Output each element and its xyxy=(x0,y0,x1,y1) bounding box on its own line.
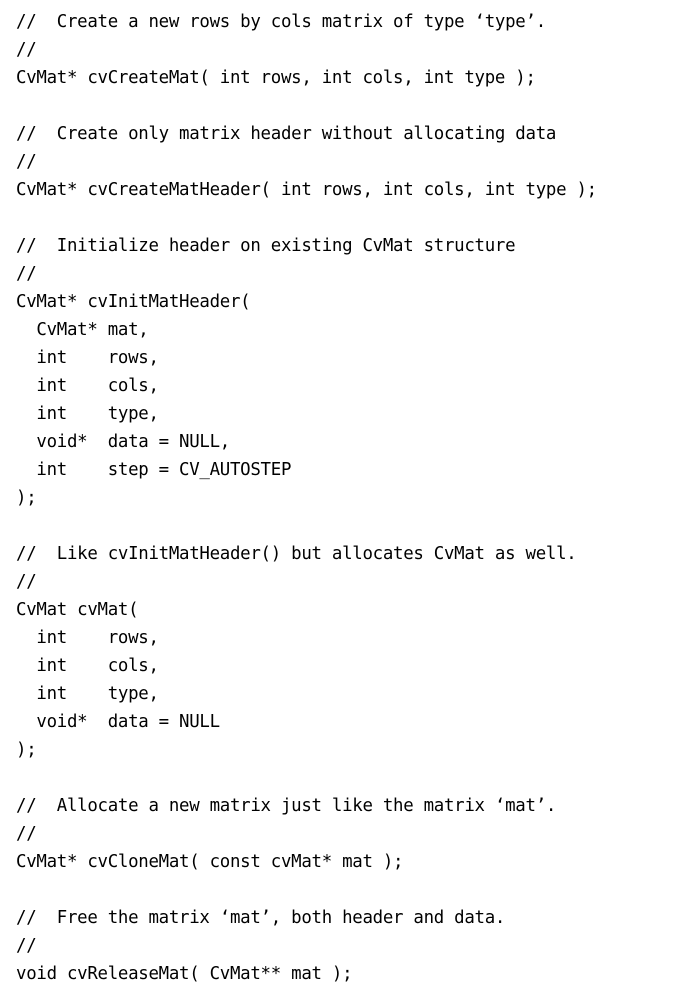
code-line: int step = CV_AUTOSTEP xyxy=(16,460,292,480)
code-line: // xyxy=(16,152,37,172)
code-line: // Like cvInitMatHeader() but allocates … xyxy=(16,544,577,564)
code-line: ); xyxy=(16,740,37,760)
code-line: CvMat* cvCreateMat( int rows, int cols, … xyxy=(16,68,536,88)
code-line: CvMat* mat, xyxy=(16,320,149,340)
code-line: ); xyxy=(16,488,37,508)
code-line: int cols, xyxy=(16,656,159,676)
code-line: void cvReleaseMat( CvMat** mat ); xyxy=(16,964,353,984)
code-line: int type, xyxy=(16,404,159,424)
code-listing: // Create a new rows by cols matrix of t… xyxy=(0,0,679,988)
code-line: int cols, xyxy=(16,376,159,396)
code-line: // Allocate a new matrix just like the m… xyxy=(16,796,557,816)
code-line: // xyxy=(16,264,37,284)
code-line: CvMat* cvCloneMat( const cvMat* mat ); xyxy=(16,852,404,872)
code-line: // xyxy=(16,824,37,844)
code-line: // xyxy=(16,572,37,592)
code-line: // xyxy=(16,40,37,60)
code-line: // Free the matrix ‘mat’, both header an… xyxy=(16,908,506,928)
code-line: // Create only matrix header without all… xyxy=(16,124,557,144)
code-line: CvMat* cvCreateMatHeader( int rows, int … xyxy=(16,180,597,200)
code-line: // Create a new rows by cols matrix of t… xyxy=(16,12,546,32)
code-line: // xyxy=(16,936,37,956)
code-line: int type, xyxy=(16,684,159,704)
code-line: int rows, xyxy=(16,628,159,648)
code-line: void* data = NULL xyxy=(16,712,220,732)
code-line: CvMat* cvInitMatHeader( xyxy=(16,292,251,312)
code-line: int rows, xyxy=(16,348,159,368)
code-line: CvMat cvMat( xyxy=(16,600,139,620)
code-line: // Initialize header on existing CvMat s… xyxy=(16,236,516,256)
code-line: void* data = NULL, xyxy=(16,432,230,452)
